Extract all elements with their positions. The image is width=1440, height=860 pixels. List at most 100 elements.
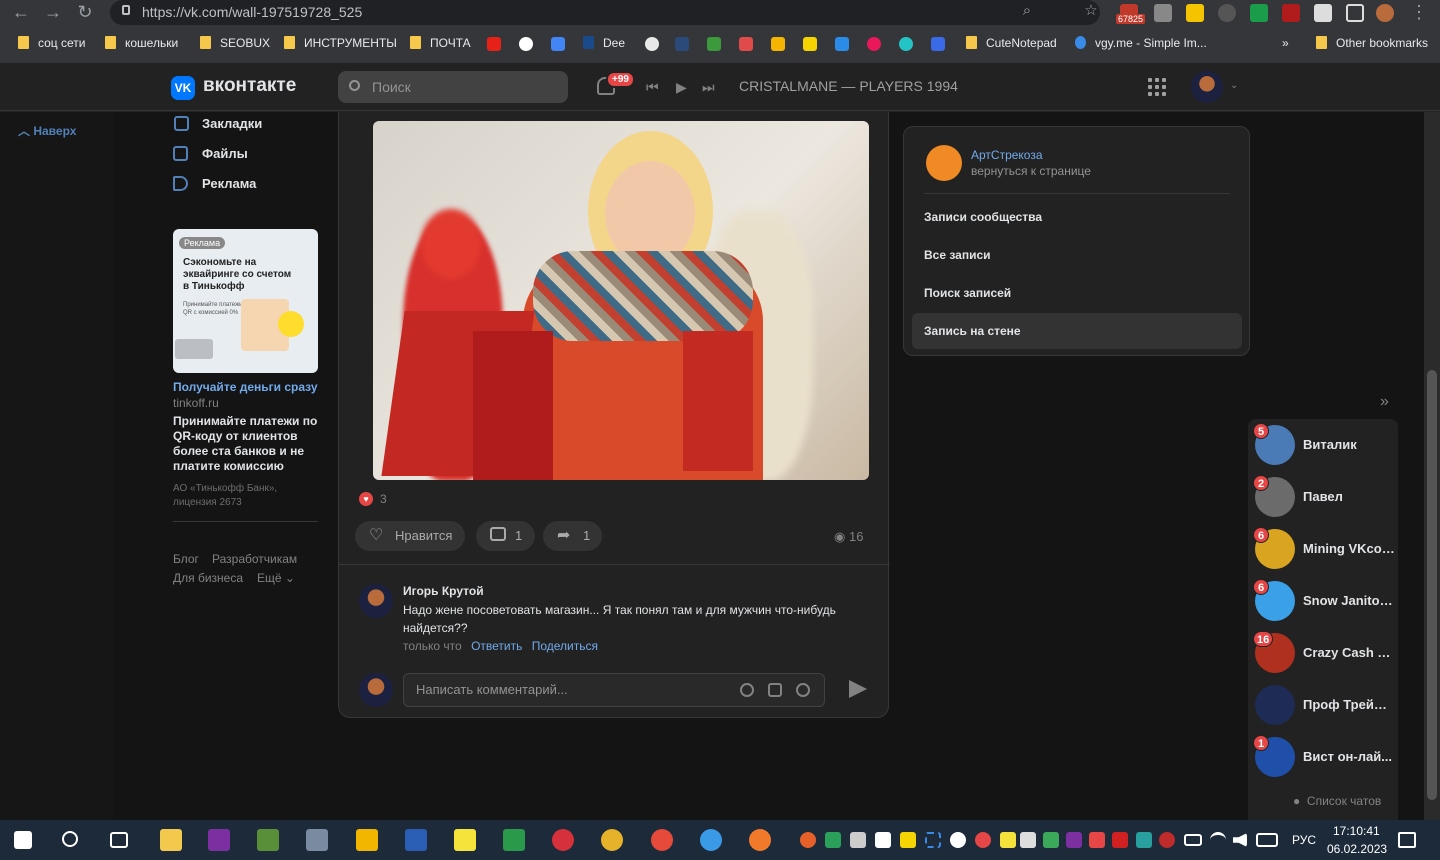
- comment-author[interactable]: Игорь Крутой: [403, 584, 484, 598]
- tray-icon[interactable]: [1112, 832, 1128, 848]
- shield-extension-icon[interactable]: [1154, 4, 1172, 22]
- group-name[interactable]: АртСтрекоза: [971, 148, 1043, 162]
- translate-icon[interactable]: [551, 37, 565, 51]
- nav-wall-post[interactable]: Запись на стене: [912, 313, 1242, 349]
- bulb-extension-icon[interactable]: [1218, 4, 1236, 22]
- firefox-icon[interactable]: [749, 829, 771, 851]
- tray-icon[interactable]: [875, 832, 891, 848]
- bookmark-dee[interactable]: Dee: [583, 36, 625, 50]
- windows-start-icon[interactable]: [14, 831, 32, 849]
- likes-summary[interactable]: 3: [380, 492, 387, 506]
- bookmark-icon[interactable]: [519, 37, 533, 51]
- chrome-icon[interactable]: [651, 829, 673, 851]
- sidepanel-icon[interactable]: [1346, 4, 1364, 22]
- search-icon[interactable]: [62, 831, 78, 847]
- reload-icon[interactable]: ↻: [74, 2, 96, 24]
- nav-all-posts[interactable]: Все записи: [912, 237, 1242, 273]
- bookmark-folder[interactable]: ИНСТРУМЕНТЫ: [284, 36, 397, 50]
- chat-item[interactable]: 5 Виталик: [1248, 419, 1398, 471]
- comment-button[interactable]: 1: [476, 521, 535, 551]
- my-avatar[interactable]: [359, 673, 393, 707]
- tray-icon[interactable]: [1066, 832, 1082, 848]
- emoji-icon[interactable]: [796, 683, 810, 697]
- tray-icon[interactable]: [1159, 832, 1175, 848]
- scroll-to-top[interactable]: ︿ Наверх: [18, 122, 76, 139]
- bookmark-vgy[interactable]: vgy.me - Simple Im...: [1075, 36, 1207, 50]
- youtube-icon[interactable]: [487, 37, 501, 51]
- bookmark-icon[interactable]: [931, 37, 945, 51]
- app-icon[interactable]: [306, 829, 328, 851]
- puzzle-icon[interactable]: [1314, 4, 1332, 22]
- next-track-icon[interactable]: ⏭: [702, 79, 715, 96]
- attach-icon[interactable]: [740, 683, 754, 697]
- tray-icon[interactable]: [900, 832, 916, 848]
- chrome-icon[interactable]: [700, 829, 722, 851]
- bookmark-icon[interactable]: [645, 37, 659, 51]
- tray-icon[interactable]: [1136, 832, 1152, 848]
- tray-icon[interactable]: [950, 832, 966, 848]
- language-indicator[interactable]: РУС: [1292, 833, 1316, 847]
- like-button[interactable]: ♡ Нравится: [355, 521, 465, 551]
- onenote-icon[interactable]: [208, 829, 230, 851]
- apps-grid-icon[interactable]: [1148, 78, 1166, 96]
- bookmark-icon[interactable]: [707, 37, 721, 51]
- chat-list-link[interactable]: ● Список чатов: [1293, 794, 1381, 808]
- note-extension-icon[interactable]: [1186, 4, 1204, 22]
- bookmark-icon[interactable]: [835, 37, 849, 51]
- payeer-extension-icon[interactable]: [1250, 4, 1268, 22]
- current-track[interactable]: CRISTALMANE — PLAYERS 1994: [739, 78, 958, 94]
- play-icon[interactable]: ▶: [676, 79, 687, 96]
- bookmark-folder[interactable]: ПОЧТА: [410, 36, 471, 50]
- footer-blog[interactable]: Блог: [173, 552, 199, 566]
- word-icon[interactable]: [405, 829, 427, 851]
- wifi-icon[interactable]: [1210, 832, 1226, 848]
- file-explorer-icon[interactable]: [160, 829, 182, 851]
- folder-icon[interactable]: [356, 829, 378, 851]
- comment-input[interactable]: Написать комментарий...: [403, 673, 825, 707]
- footer-business[interactable]: Для бизнеса: [173, 571, 243, 585]
- star-icon[interactable]: ☆: [1080, 1, 1102, 23]
- post-photo[interactable]: [373, 121, 869, 480]
- ad-domain[interactable]: tinkoff.ru: [173, 396, 219, 410]
- send-icon[interactable]: [849, 680, 867, 698]
- profile-avatar[interactable]: [1376, 4, 1394, 22]
- nav-community-posts[interactable]: Записи сообщества: [912, 199, 1242, 235]
- spreadsheet-icon[interactable]: [503, 829, 525, 851]
- tray-icon[interactable]: [1043, 832, 1059, 848]
- back-icon[interactable]: ←: [10, 2, 32, 24]
- sticky-notes-icon[interactable]: [454, 829, 476, 851]
- chat-item[interactable]: Проф Трейдер: [1248, 679, 1398, 731]
- tray-icon[interactable]: [1020, 832, 1036, 848]
- bookmark-icon[interactable]: [675, 37, 689, 51]
- back-to-page[interactable]: вернуться к странице: [971, 164, 1091, 178]
- footer-more[interactable]: Ещё ⌄: [257, 571, 295, 585]
- search-input[interactable]: Поиск: [338, 71, 568, 103]
- chrome-icon[interactable]: [601, 829, 623, 851]
- menu-kebab-icon[interactable]: ⋮: [1408, 2, 1430, 24]
- vk-logo-text[interactable]: вконтакте: [203, 75, 296, 97]
- notifications-icon[interactable]: [1398, 832, 1416, 848]
- clock-date[interactable]: 06.02.2023: [1327, 842, 1387, 856]
- camera-icon[interactable]: [768, 683, 782, 697]
- zoom-icon[interactable]: ⌕: [1016, 1, 1038, 23]
- bookmark-cutenotepad[interactable]: CuteNotepad: [966, 36, 1057, 50]
- group-avatar[interactable]: [926, 145, 962, 181]
- battery-icon[interactable]: [1184, 834, 1202, 846]
- bookmark-folder[interactable]: соц сети: [18, 36, 86, 50]
- tray-icon[interactable]: [800, 832, 816, 848]
- tray-icon[interactable]: [1000, 832, 1016, 848]
- tray-icon[interactable]: [925, 832, 941, 848]
- chat-item[interactable]: 2 Павел: [1248, 471, 1398, 523]
- volume-icon[interactable]: [1233, 833, 1247, 847]
- chat-item[interactable]: 6 Snow Janitor ...: [1248, 575, 1398, 627]
- clock-time[interactable]: 17:10:41: [1333, 824, 1380, 838]
- bookmark-folder[interactable]: SEOBUX: [200, 36, 270, 50]
- ad-title[interactable]: Получайте деньги сразу: [173, 380, 318, 394]
- vk-logo-icon[interactable]: VK: [171, 76, 195, 100]
- task-view-icon[interactable]: [110, 832, 128, 848]
- prev-track-icon[interactable]: ⏮: [646, 79, 659, 96]
- ad-image[interactable]: Реклама Сэкономьте на эквайринге со счет…: [173, 229, 318, 373]
- chat-item[interactable]: 1 Вист он-лай...: [1248, 731, 1398, 783]
- tray-icon[interactable]: [1089, 832, 1105, 848]
- reply-link[interactable]: Ответить: [471, 639, 522, 653]
